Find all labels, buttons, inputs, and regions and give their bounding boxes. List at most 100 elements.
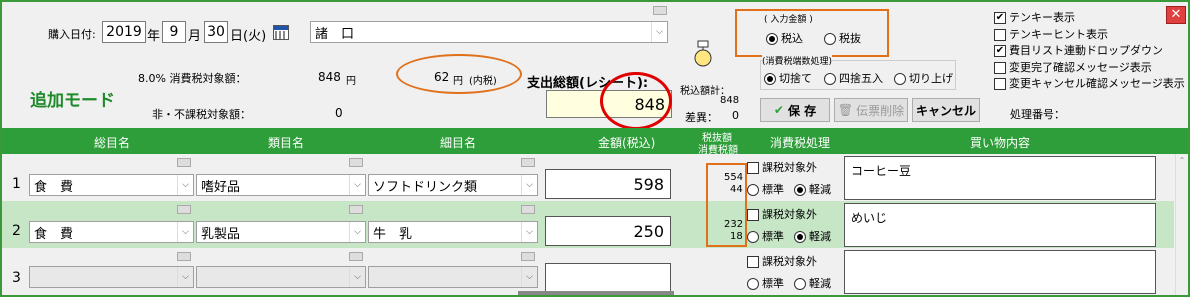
radio-round-half-label: 四捨五入 <box>839 72 883 85</box>
year-field[interactable]: 2019 <box>102 21 146 43</box>
category-select[interactable]: 食 費 ⌵ <box>29 174 194 196</box>
item-select[interactable]: ⌵ <box>368 266 538 288</box>
col-content: 買い物内容 <box>970 136 1031 150</box>
subcategory-select[interactable]: 嗜好品 ⌵ <box>196 174 366 196</box>
vertical-scrollbar[interactable]: ⌃ <box>1175 154 1188 295</box>
radio-tax-included[interactable]: 税込 <box>766 30 803 46</box>
radio-standard[interactable]: 標準 <box>747 181 784 197</box>
store-mini-button[interactable] <box>653 6 667 15</box>
amount-field[interactable]: 250 <box>545 216 671 246</box>
radio-icon <box>794 278 806 290</box>
header-panel: 購入日付: 2019 年 9 月 30 日 (火) 諸 口 ⌵ 追加モード 8.… <box>2 2 1188 130</box>
exempt-checkbox[interactable]: 課税対象外 <box>747 253 817 269</box>
calendar-icon[interactable] <box>273 25 289 40</box>
row-mini-button[interactable] <box>349 205 363 214</box>
radio-standard[interactable]: 標準 <box>747 275 784 291</box>
option-tenkey[interactable]: ✔ テンキー表示 <box>994 10 1185 27</box>
row-number: 1 <box>12 176 21 192</box>
store-value: 諸 口 <box>315 26 355 42</box>
option-tenkey-hint[interactable]: テンキーヒント表示 <box>994 27 1185 44</box>
input-amount-title: ( 入力金額 ) <box>764 15 813 25</box>
row-mini-button[interactable] <box>177 205 191 214</box>
item-select[interactable]: 牛 乳 ⌵ <box>368 221 538 243</box>
year-unit: 年 <box>147 29 161 44</box>
content-field[interactable]: コーヒー豆 <box>844 156 1156 200</box>
row-mini-button[interactable] <box>521 205 535 214</box>
horizontal-scrollbar[interactable] <box>518 291 674 295</box>
orange-annotation-ellipse <box>396 54 522 94</box>
rounding-title: (消費税端数処理) <box>762 54 833 67</box>
chevron-down-icon: ⌵ <box>349 175 365 195</box>
radio-tax-excluded[interactable]: 税抜 <box>824 30 861 46</box>
mode-label: 追加モード <box>30 91 115 111</box>
lightbulb-icon[interactable] <box>690 40 716 70</box>
amount-field[interactable] <box>545 263 671 293</box>
checkbox-icon <box>747 256 759 268</box>
radio-reduced[interactable]: 軽減 <box>794 228 831 244</box>
checkbox-icon <box>747 162 759 174</box>
radio-reduced[interactable]: 軽減 <box>794 181 831 197</box>
trash-icon: 🗑 <box>837 103 854 117</box>
category-select[interactable]: ⌵ <box>29 266 194 288</box>
chevron-down-icon: ⌵ <box>177 175 193 195</box>
options-list: ✔ テンキー表示 テンキーヒント表示 ✔ 費目リスト連動ドロップダウン 変更完了確認… <box>994 10 1185 93</box>
delete-button[interactable]: 🗑 伝票削除 <box>834 98 908 122</box>
radio-round-down[interactable]: 切捨て <box>764 70 812 86</box>
scroll-up-icon[interactable]: ⌃ <box>1176 156 1188 165</box>
diff-value: 0 <box>732 109 739 122</box>
row-mini-button[interactable] <box>521 252 535 261</box>
day-field[interactable]: 30 <box>204 21 228 43</box>
radio-icon <box>824 73 836 85</box>
item-select[interactable]: ソフトドリンク類 ⌵ <box>368 174 538 196</box>
store-select[interactable]: 諸 口 ⌵ <box>310 21 668 43</box>
col-amount: 金額(税込) <box>598 136 656 150</box>
chevron-down-icon: ⌵ <box>177 222 193 242</box>
radio-icon <box>747 231 759 243</box>
category-value: 食 費 <box>34 226 74 242</box>
diff-label: 差異： <box>685 111 718 124</box>
standard-label: 標準 <box>762 230 784 243</box>
exempt-label: 課税対象外 <box>762 255 817 268</box>
row-mini-button[interactable] <box>521 158 535 167</box>
save-label: 保 存 <box>787 103 817 118</box>
category-select[interactable]: 食 費 ⌵ <box>29 221 194 243</box>
reduced-label: 軽減 <box>809 183 831 196</box>
row-mini-button[interactable] <box>177 252 191 261</box>
row-mini-button[interactable] <box>349 252 363 261</box>
content-field[interactable] <box>844 250 1156 294</box>
close-icon[interactable]: ✕ <box>1166 6 1186 24</box>
standard-label: 標準 <box>762 277 784 290</box>
col-tax-handling: 消費税処理 <box>770 136 831 150</box>
tax8-label: 8.0% 消費税対象額： <box>138 72 247 85</box>
content-field[interactable]: めいじ <box>844 203 1156 247</box>
amount-field[interactable]: 598 <box>545 169 671 199</box>
subcategory-select[interactable]: 乳製品 ⌵ <box>196 221 366 243</box>
option-dropdown-link[interactable]: ✔ 費目リスト連動ドロップダウン <box>994 43 1185 60</box>
row-mini-button[interactable] <box>349 158 363 167</box>
orange-annotation-box <box>706 163 747 247</box>
option-confirm-cancel[interactable]: 変更キャンセル確認メッセージ表示 <box>994 76 1185 93</box>
row-mini-button[interactable] <box>177 158 191 167</box>
subcategory-select[interactable]: ⌵ <box>196 266 366 288</box>
radio-icon <box>794 184 806 196</box>
item-value: 牛 乳 <box>373 226 413 242</box>
row-number: 2 <box>12 223 21 239</box>
cancel-button[interactable]: キャンセル <box>912 98 980 122</box>
day-unit: 日 <box>230 29 244 44</box>
radio-standard[interactable]: 標準 <box>747 228 784 244</box>
radio-reduced[interactable]: 軽減 <box>794 275 831 291</box>
nontax-amount: 0 <box>335 106 343 120</box>
radio-round-half[interactable]: 四捨五入 <box>824 70 883 86</box>
delete-label: 伝票削除 <box>856 103 905 118</box>
save-button[interactable]: ✔ 保 存 <box>760 98 830 122</box>
exempt-checkbox[interactable]: 課税対象外 <box>747 206 817 222</box>
exempt-checkbox[interactable]: 課税対象外 <box>747 159 817 175</box>
purchase-date-label: 購入日付: <box>48 28 96 41</box>
radio-round-up[interactable]: 切り上げ <box>894 70 953 86</box>
chevron-down-icon: ⌵ <box>521 267 537 287</box>
option-confirm-change[interactable]: 変更完了確認メッセージ表示 <box>994 60 1185 77</box>
radio-icon <box>824 33 836 45</box>
month-field[interactable]: 9 <box>162 21 186 43</box>
option-label: 変更完了確認メッセージ表示 <box>1009 60 1152 74</box>
category-value: 食 費 <box>34 179 74 195</box>
